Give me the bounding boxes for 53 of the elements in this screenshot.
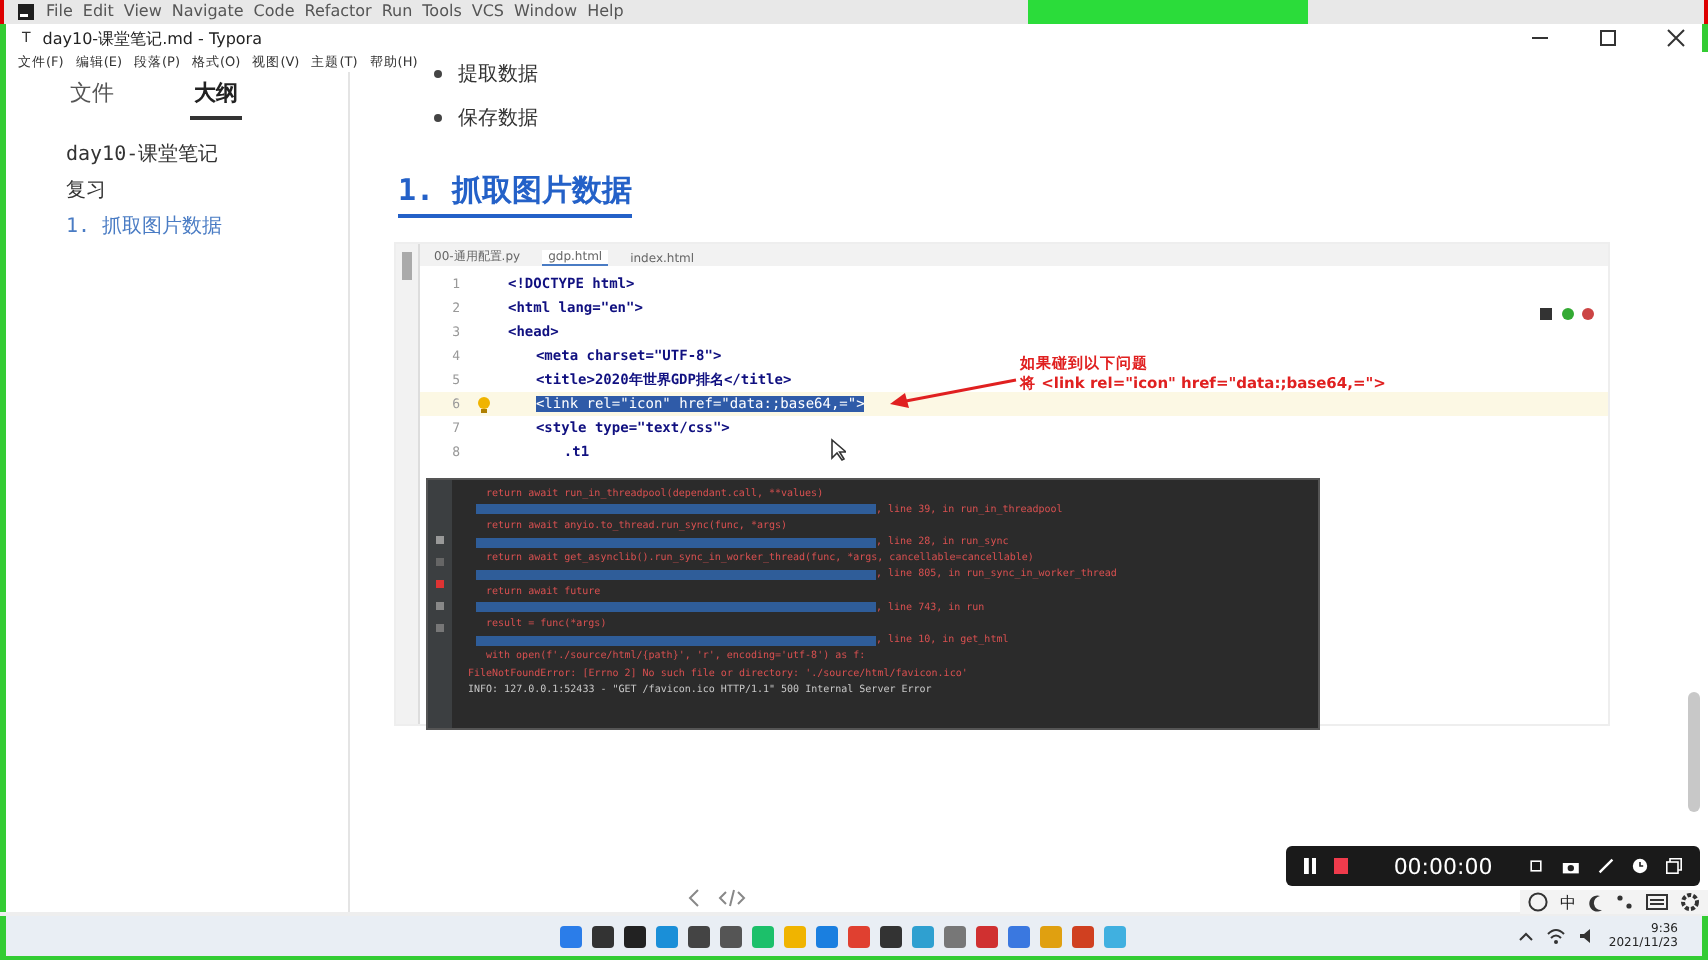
menu-item[interactable]: Navigate	[171, 2, 244, 22]
window-title: day10-课堂笔记.md - Typora	[42, 27, 262, 49]
bullet-icon	[434, 114, 442, 122]
outline-item[interactable]: day10-课堂笔记	[66, 140, 348, 168]
clock-icon[interactable]	[1632, 856, 1649, 876]
pen-icon[interactable]	[1598, 856, 1615, 876]
arrow	[890, 378, 1018, 410]
sidebar-tab[interactable]: 大纲	[190, 72, 242, 120]
toolbar-icons	[1540, 306, 1596, 322]
app-icon[interactable]	[879, 925, 901, 947]
menu-item[interactable]: Window	[514, 2, 578, 22]
sidebar-tab[interactable]: 文件	[66, 72, 118, 120]
source-code-icon[interactable]	[718, 888, 746, 908]
keyboard-icon[interactable]	[1646, 894, 1668, 910]
punctuation-icon[interactable]	[1616, 894, 1634, 910]
menu-item[interactable]: Edit	[82, 2, 114, 22]
outline-item[interactable]: 复习	[66, 176, 348, 204]
window-icon[interactable]	[1666, 856, 1683, 876]
settings-icon[interactable]	[1680, 892, 1700, 912]
scrollbar-thumb[interactable]	[1688, 692, 1700, 812]
app-icon[interactable]	[687, 925, 709, 947]
chevron-up-icon[interactable]	[1518, 930, 1535, 942]
menu-item[interactable]: View	[123, 2, 162, 22]
bullet-icon	[434, 70, 442, 78]
app-icon[interactable]	[719, 925, 741, 947]
app-icon[interactable]	[591, 925, 613, 947]
start-button[interactable]	[559, 925, 581, 947]
input-mode[interactable]: 中	[1560, 891, 1576, 913]
app-icon[interactable]	[16, 2, 36, 22]
menu-item[interactable]: Tools	[422, 2, 462, 22]
moon-icon[interactable]	[1588, 893, 1604, 911]
pause-icon[interactable]	[1304, 856, 1317, 876]
wifi-icon[interactable]	[1546, 928, 1567, 944]
close-icon[interactable]	[1666, 28, 1686, 48]
mouse-cursor-icon	[830, 438, 846, 462]
menu-item[interactable]: Refactor	[304, 2, 372, 22]
menu-item[interactable]: File	[46, 2, 73, 22]
menu-item[interactable]: Code	[253, 2, 295, 22]
camera-icon[interactable]	[1562, 857, 1581, 875]
section-heading: 1. 抓取图片数据	[398, 172, 633, 218]
crop-icon[interactable]	[1528, 856, 1545, 876]
lightbulb-icon[interactable]	[476, 395, 492, 413]
menu-item[interactable]: Help	[587, 2, 624, 22]
menu-item[interactable]: Run	[381, 2, 413, 22]
list-item: 提取数据	[458, 62, 538, 88]
list-item: 保存数据	[458, 106, 538, 132]
menu-item[interactable]: VCS	[471, 2, 505, 22]
app-icon[interactable]	[623, 925, 645, 947]
ime-logo-icon[interactable]	[1528, 892, 1548, 912]
back-icon[interactable]	[686, 888, 702, 908]
timer-text: 00:00:00	[1393, 853, 1493, 879]
maximize-icon[interactable]	[1598, 28, 1618, 48]
outline-item[interactable]: 1. 抓取图片数据	[66, 212, 348, 240]
